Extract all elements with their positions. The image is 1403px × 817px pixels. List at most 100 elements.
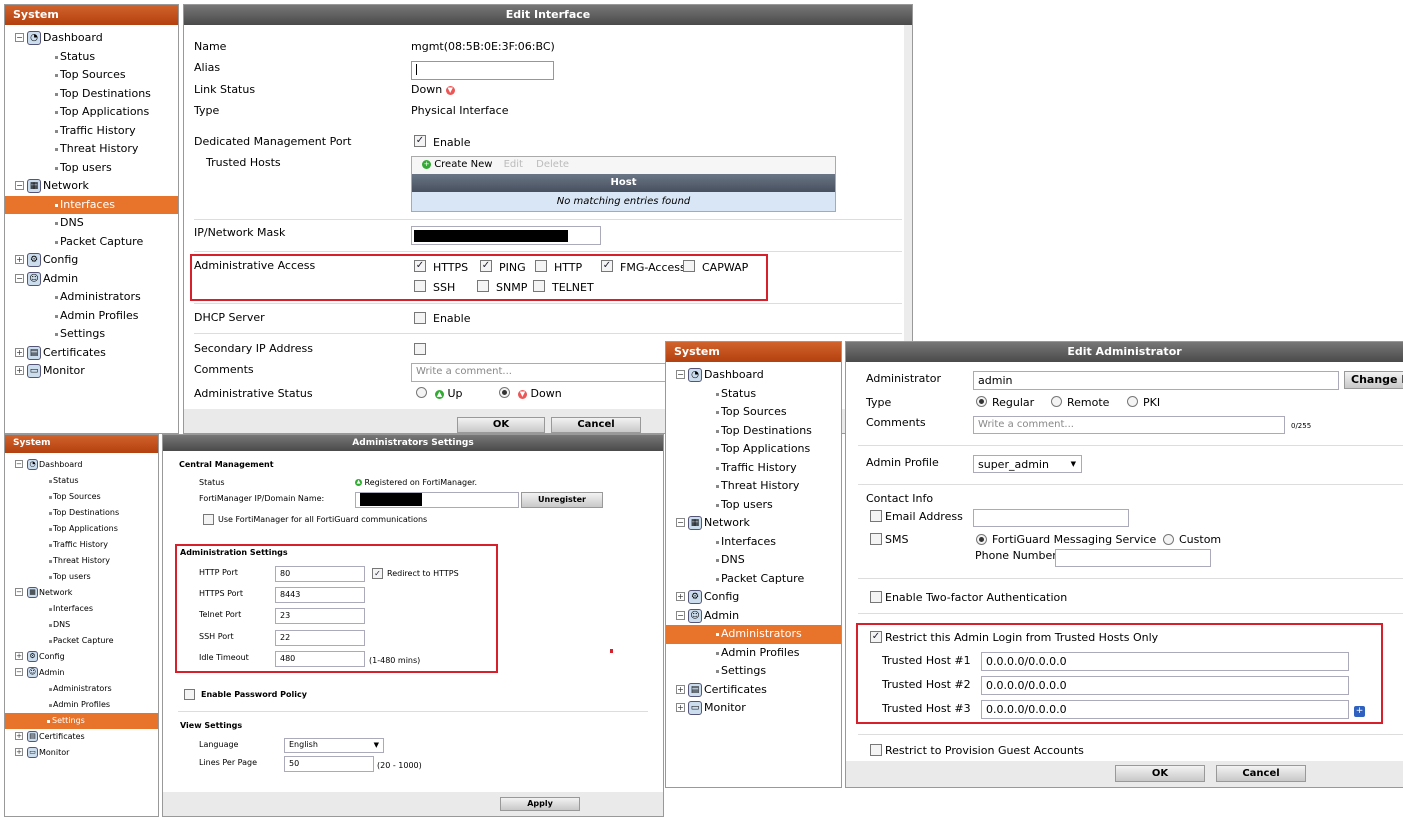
- tree-item-top-sources[interactable]: Top Sources: [15, 66, 178, 85]
- tree-item-admin-profiles[interactable]: Admin Profiles: [676, 644, 841, 663]
- email-checkbox[interactable]: [870, 510, 882, 522]
- tree-node-admin[interactable]: − ☺ Admin: [15, 665, 158, 681]
- phone-input[interactable]: [1055, 549, 1211, 567]
- tree-item-top-destinations[interactable]: Top Destinations: [15, 505, 158, 521]
- alias-input[interactable]: [411, 61, 554, 80]
- secondary-ip-checkbox[interactable]: [414, 343, 426, 355]
- expand-icon[interactable]: +: [676, 684, 685, 694]
- collapse-icon[interactable]: −: [15, 273, 24, 283]
- tree-item-dns[interactable]: DNS: [15, 617, 158, 633]
- cancel-button[interactable]: Cancel: [1216, 765, 1306, 782]
- status-up-radio[interactable]: [416, 387, 427, 398]
- collapse-icon[interactable]: −: [15, 460, 23, 468]
- comments-input[interactable]: Write a comment...: [411, 363, 671, 382]
- collapse-icon[interactable]: −: [15, 668, 23, 676]
- admin-name-input[interactable]: admin: [973, 371, 1339, 390]
- tree-node-certificates[interactable]: + ▤ Certificates: [15, 344, 178, 363]
- custom-radio[interactable]: [1163, 534, 1174, 545]
- language-select[interactable]: English ▼: [284, 738, 384, 753]
- tree-item-administrators[interactable]: Administrators: [15, 681, 158, 697]
- expand-icon[interactable]: +: [15, 652, 23, 660]
- tree-node-certificates[interactable]: + ▤ Certificates: [676, 681, 841, 700]
- collapse-icon[interactable]: −: [676, 518, 685, 527]
- tree-item-settings[interactable]: Settings: [15, 325, 178, 344]
- tree-item-top-users[interactable]: Top users: [15, 159, 178, 178]
- tree-item-traffic-history[interactable]: Traffic History: [15, 122, 178, 141]
- type-pki-radio[interactable]: [1127, 396, 1138, 407]
- tree-item-dns[interactable]: DNS: [676, 551, 841, 570]
- tree-node-admin[interactable]: − ☺ Admin: [15, 270, 178, 289]
- type-regular-radio[interactable]: [976, 396, 987, 407]
- tree-item-interfaces[interactable]: Interfaces: [676, 533, 841, 552]
- tree-item-dns[interactable]: DNS: [15, 214, 178, 233]
- restrict-guest-checkbox[interactable]: [870, 744, 882, 756]
- expand-icon[interactable]: +: [15, 347, 24, 357]
- tree-item-threat-history[interactable]: Threat History: [15, 553, 158, 569]
- tree-item-interfaces[interactable]: Interfaces: [5, 195, 178, 214]
- tree-node-monitor[interactable]: + ▭ Monitor: [15, 362, 178, 381]
- expand-icon[interactable]: +: [676, 703, 685, 712]
- tree-item-status[interactable]: Status: [15, 48, 178, 67]
- edit-button[interactable]: Edit: [504, 159, 523, 170]
- tree-item-top-destinations[interactable]: Top Destinations: [676, 422, 841, 441]
- tree-node-network[interactable]: − ▦ Network: [15, 585, 158, 601]
- expand-icon[interactable]: +: [15, 732, 23, 740]
- tree-item-top-applications[interactable]: Top Applications: [676, 440, 841, 459]
- dedicated-port-checkbox[interactable]: [414, 135, 426, 147]
- tree-item-settings[interactable]: Settings: [676, 662, 841, 681]
- type-remote-radio[interactable]: [1051, 396, 1062, 407]
- change-password-button[interactable]: Change P: [1344, 371, 1403, 389]
- create-new-button[interactable]: Create New: [434, 159, 492, 170]
- comments-input[interactable]: Write a comment...: [973, 416, 1285, 434]
- tree-item-threat-history[interactable]: Threat History: [676, 477, 841, 496]
- tree-item-packet-capture[interactable]: Packet Capture: [15, 633, 158, 649]
- tree-item-top-destinations[interactable]: Top Destinations: [15, 85, 178, 104]
- tree-node-monitor[interactable]: + ▭ Monitor: [15, 745, 158, 761]
- tree-item-traffic-history[interactable]: Traffic History: [676, 459, 841, 478]
- tree-item-interfaces[interactable]: Interfaces: [15, 601, 158, 617]
- cancel-button[interactable]: Cancel: [551, 417, 641, 433]
- expand-icon[interactable]: +: [15, 748, 23, 756]
- tree-item-settings[interactable]: Settings: [5, 713, 158, 729]
- tree-item-top-applications[interactable]: Top Applications: [15, 521, 158, 537]
- two-factor-checkbox[interactable]: [870, 591, 882, 603]
- tree-item-packet-capture[interactable]: Packet Capture: [15, 233, 178, 252]
- admin-profile-select[interactable]: super_admin ▼: [973, 455, 1082, 473]
- ok-button[interactable]: OK: [1115, 765, 1205, 782]
- tree-node-monitor[interactable]: + ▭ Monitor: [676, 699, 841, 718]
- tree-item-top-users[interactable]: Top users: [15, 569, 158, 585]
- status-down-radio[interactable]: [499, 387, 510, 398]
- expand-icon[interactable]: +: [15, 366, 24, 375]
- tree-node-config[interactable]: + ⚙ Config: [676, 588, 841, 607]
- collapse-icon[interactable]: −: [15, 181, 24, 190]
- email-input[interactable]: [973, 509, 1129, 527]
- expand-icon[interactable]: +: [15, 255, 24, 264]
- fortiguard-msg-radio[interactable]: [976, 534, 987, 545]
- collapse-icon[interactable]: −: [676, 370, 685, 379]
- tree-item-administrators[interactable]: Administrators: [15, 288, 178, 307]
- tree-item-threat-history[interactable]: Threat History: [15, 140, 178, 159]
- tree-item-admin-profiles[interactable]: Admin Profiles: [15, 697, 158, 713]
- tree-item-admin-profiles[interactable]: Admin Profiles: [15, 307, 178, 326]
- tree-item-top-sources[interactable]: Top Sources: [15, 489, 158, 505]
- tree-item-top-sources[interactable]: Top Sources: [676, 403, 841, 422]
- tree-item-traffic-history[interactable]: Traffic History: [15, 537, 158, 553]
- unregister-button[interactable]: Unregister: [521, 492, 603, 508]
- ok-button[interactable]: OK: [457, 417, 545, 433]
- tree-node-config[interactable]: + ⚙ Config: [15, 649, 158, 665]
- tree-item-status[interactable]: Status: [676, 385, 841, 404]
- tree-item-status[interactable]: Status: [15, 473, 158, 489]
- expand-icon[interactable]: +: [676, 592, 685, 601]
- lines-per-page-input[interactable]: 50: [284, 756, 374, 772]
- tree-node-network[interactable]: − ▦ Network: [676, 514, 841, 533]
- tree-item-top-applications[interactable]: Top Applications: [15, 103, 178, 122]
- tree-item-top-users[interactable]: Top users: [676, 496, 841, 515]
- dhcp-checkbox[interactable]: [414, 312, 426, 324]
- sms-checkbox[interactable]: [870, 533, 882, 545]
- tree-item-administrators[interactable]: Administrators: [666, 625, 841, 644]
- tree-node-dashboard[interactable]: − ◔ Dashboard: [676, 366, 841, 385]
- password-policy-checkbox[interactable]: [184, 689, 195, 700]
- delete-button[interactable]: Delete: [536, 159, 569, 170]
- collapse-icon[interactable]: −: [15, 588, 23, 596]
- collapse-icon[interactable]: −: [15, 33, 24, 42]
